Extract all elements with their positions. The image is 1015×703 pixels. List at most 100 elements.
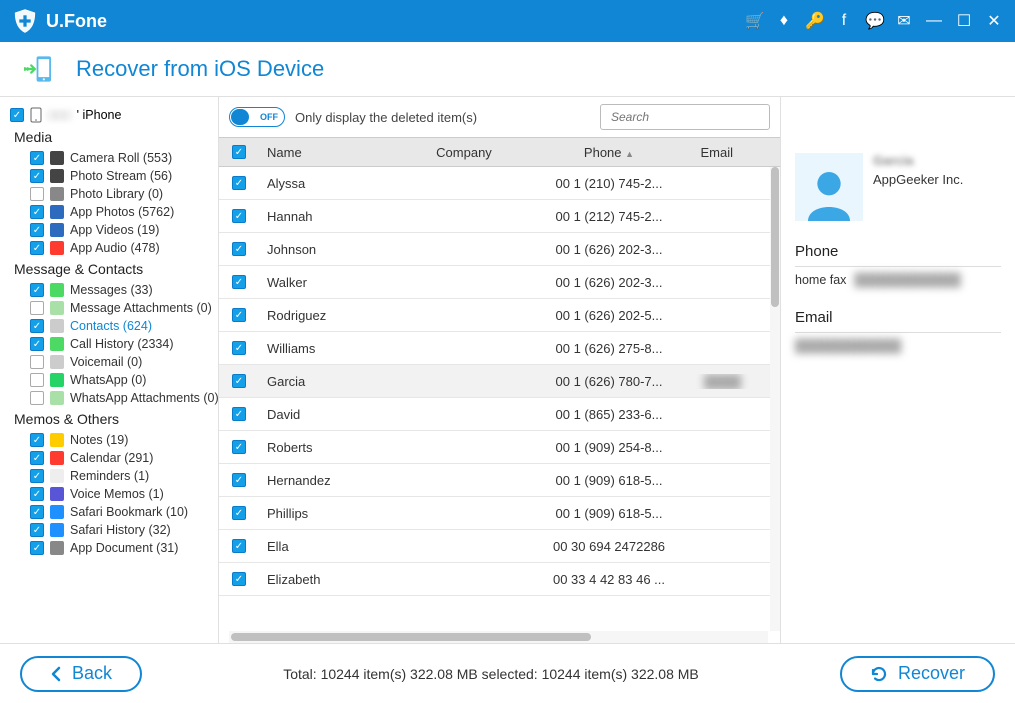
- horizontal-scrollbar[interactable]: [229, 631, 768, 643]
- row-checkbox[interactable]: ✓: [232, 473, 246, 487]
- sidebar-item-checkbox[interactable]: ✓: [30, 523, 44, 537]
- table-row[interactable]: ✓Rodriguez00 1 (626) 202-5...: [219, 299, 770, 332]
- back-button[interactable]: Back: [20, 656, 142, 692]
- recover-button[interactable]: Recover: [840, 656, 995, 692]
- maximize-icon[interactable]: ☐: [955, 11, 973, 31]
- row-checkbox[interactable]: ✓: [232, 407, 246, 421]
- row-checkbox[interactable]: ✓: [232, 506, 246, 520]
- sidebar-item-checkbox[interactable]: ✓: [30, 223, 44, 237]
- cell-name: Williams: [259, 341, 389, 356]
- table-row[interactable]: ✓Hernandez00 1 (909) 618-5...: [219, 464, 770, 497]
- sidebar-item-checkbox[interactable]: ✓: [30, 469, 44, 483]
- table-row[interactable]: ✓Walker00 1 (626) 202-3...: [219, 266, 770, 299]
- vertical-scrollbar[interactable]: [770, 167, 780, 631]
- sidebar-item-label: Voicemail (0): [70, 355, 142, 369]
- row-checkbox[interactable]: ✓: [232, 209, 246, 223]
- chat-icon[interactable]: 💬: [865, 11, 883, 31]
- sidebar-item-checkbox[interactable]: ✓: [30, 451, 44, 465]
- sidebar-item-checkbox[interactable]: ✓: [30, 205, 44, 219]
- cell-name: Hannah: [259, 209, 389, 224]
- sidebar-item-checkbox[interactable]: ✓: [30, 337, 44, 351]
- table-row[interactable]: ✓Roberts00 1 (909) 254-8...: [219, 431, 770, 464]
- sidebar-item[interactable]: ✓Reminders (1): [10, 467, 210, 485]
- close-icon[interactable]: ✕: [985, 11, 1003, 31]
- sidebar-item-checkbox[interactable]: ✓: [30, 505, 44, 519]
- sidebar-item[interactable]: WhatsApp (0): [10, 371, 210, 389]
- sidebar-item[interactable]: ✓Calendar (291): [10, 449, 210, 467]
- sidebar-item[interactable]: Message Attachments (0): [10, 299, 210, 317]
- search-input[interactable]: [611, 110, 768, 124]
- sidebar-item-checkbox[interactable]: [30, 355, 44, 369]
- table-row[interactable]: ✓Garcia00 1 (626) 780-7...████: [219, 365, 770, 398]
- detail-panel: Garcia AppGeeker Inc. Phone home fax ███…: [781, 97, 1015, 643]
- sidebar-item-checkbox[interactable]: [30, 391, 44, 405]
- row-checkbox[interactable]: ✓: [232, 308, 246, 322]
- sidebar-item[interactable]: ✓Contacts (624): [10, 317, 210, 335]
- sidebar-item-checkbox[interactable]: [30, 187, 44, 201]
- deleted-only-toggle[interactable]: OFF: [229, 107, 285, 127]
- minimize-icon[interactable]: —: [925, 12, 943, 30]
- sidebar-item[interactable]: ✓App Audio (478): [10, 239, 210, 257]
- sidebar-item[interactable]: ✓Safari Bookmark (10): [10, 503, 210, 521]
- sidebar-item[interactable]: ✓Messages (33): [10, 281, 210, 299]
- row-checkbox[interactable]: ✓: [232, 176, 246, 190]
- row-checkbox[interactable]: ✓: [232, 242, 246, 256]
- sidebar-item[interactable]: ✓Camera Roll (553): [10, 149, 210, 167]
- table-row[interactable]: ✓Elizabeth00 33 4 42 83 46 ...: [219, 563, 770, 596]
- row-checkbox[interactable]: ✓: [232, 440, 246, 454]
- sidebar-item-icon: [50, 373, 64, 387]
- sidebar-item[interactable]: Voicemail (0): [10, 353, 210, 371]
- sidebar-item[interactable]: ✓Photo Stream (56): [10, 167, 210, 185]
- device-checkbox[interactable]: ✓: [10, 108, 24, 122]
- row-checkbox[interactable]: ✓: [232, 539, 246, 553]
- row-checkbox[interactable]: ✓: [232, 572, 246, 586]
- sidebar-item-checkbox[interactable]: ✓: [30, 319, 44, 333]
- sidebar-item-checkbox[interactable]: [30, 373, 44, 387]
- sidebar-item-checkbox[interactable]: ✓: [30, 241, 44, 255]
- table-row[interactable]: ✓Alyssa00 1 (210) 745-2...: [219, 167, 770, 200]
- sidebar-item[interactable]: Photo Library (0): [10, 185, 210, 203]
- feedback-icon[interactable]: ✉: [895, 11, 913, 31]
- cart-icon[interactable]: 🛒: [745, 11, 763, 31]
- iphone-icon: [30, 107, 42, 123]
- key-icon[interactable]: 🔑: [805, 11, 823, 31]
- cell-phone: 00 1 (210) 745-2...: [539, 176, 679, 191]
- sidebar-item[interactable]: ✓App Document (31): [10, 539, 210, 557]
- table-row[interactable]: ✓Hannah00 1 (212) 745-2...: [219, 200, 770, 233]
- facebook-icon[interactable]: f: [835, 12, 853, 30]
- sidebar-item[interactable]: ✓App Photos (5762): [10, 203, 210, 221]
- table-row[interactable]: ✓Phillips00 1 (909) 618-5...: [219, 497, 770, 530]
- device-row[interactable]: ✓ □□□ ' iPhone: [10, 107, 210, 123]
- sidebar-item-checkbox[interactable]: ✓: [30, 433, 44, 447]
- col-company[interactable]: Company: [389, 145, 539, 160]
- cell-name: Ella: [259, 539, 389, 554]
- sidebar-item[interactable]: ✓Voice Memos (1): [10, 485, 210, 503]
- sidebar-item[interactable]: ✓Call History (2334): [10, 335, 210, 353]
- diamond-icon[interactable]: ♦: [775, 12, 793, 30]
- sidebar-item[interactable]: ✓Safari History (32): [10, 521, 210, 539]
- logo: U.Fone: [12, 8, 107, 34]
- table-row[interactable]: ✓Williams00 1 (626) 275-8...: [219, 332, 770, 365]
- table-row[interactable]: ✓Johnson00 1 (626) 202-3...: [219, 233, 770, 266]
- table-row[interactable]: ✓Ella00 30 694 2472286: [219, 530, 770, 563]
- sidebar-item-checkbox[interactable]: ✓: [30, 151, 44, 165]
- sidebar-item-icon: [50, 283, 64, 297]
- search-box[interactable]: [600, 104, 770, 130]
- sidebar-item-checkbox[interactable]: ✓: [30, 541, 44, 555]
- sidebar-item-checkbox[interactable]: ✓: [30, 169, 44, 183]
- row-checkbox[interactable]: ✓: [232, 341, 246, 355]
- sidebar-item-checkbox[interactable]: ✓: [30, 487, 44, 501]
- row-checkbox[interactable]: ✓: [232, 374, 246, 388]
- sidebar-item-checkbox[interactable]: [30, 301, 44, 315]
- col-email[interactable]: Email: [679, 145, 749, 160]
- select-all-checkbox[interactable]: ✓: [232, 145, 246, 159]
- sidebar-item-checkbox[interactable]: ✓: [30, 283, 44, 297]
- sidebar-item[interactable]: WhatsApp Attachments (0): [10, 389, 210, 407]
- sidebar-item[interactable]: ✓Notes (19): [10, 431, 210, 449]
- col-name[interactable]: Name: [259, 145, 389, 160]
- row-checkbox[interactable]: ✓: [232, 275, 246, 289]
- col-phone[interactable]: Phone ▲: [539, 145, 679, 160]
- shield-plus-icon: [12, 8, 38, 34]
- sidebar-item[interactable]: ✓App Videos (19): [10, 221, 210, 239]
- table-row[interactable]: ✓David00 1 (865) 233-6...: [219, 398, 770, 431]
